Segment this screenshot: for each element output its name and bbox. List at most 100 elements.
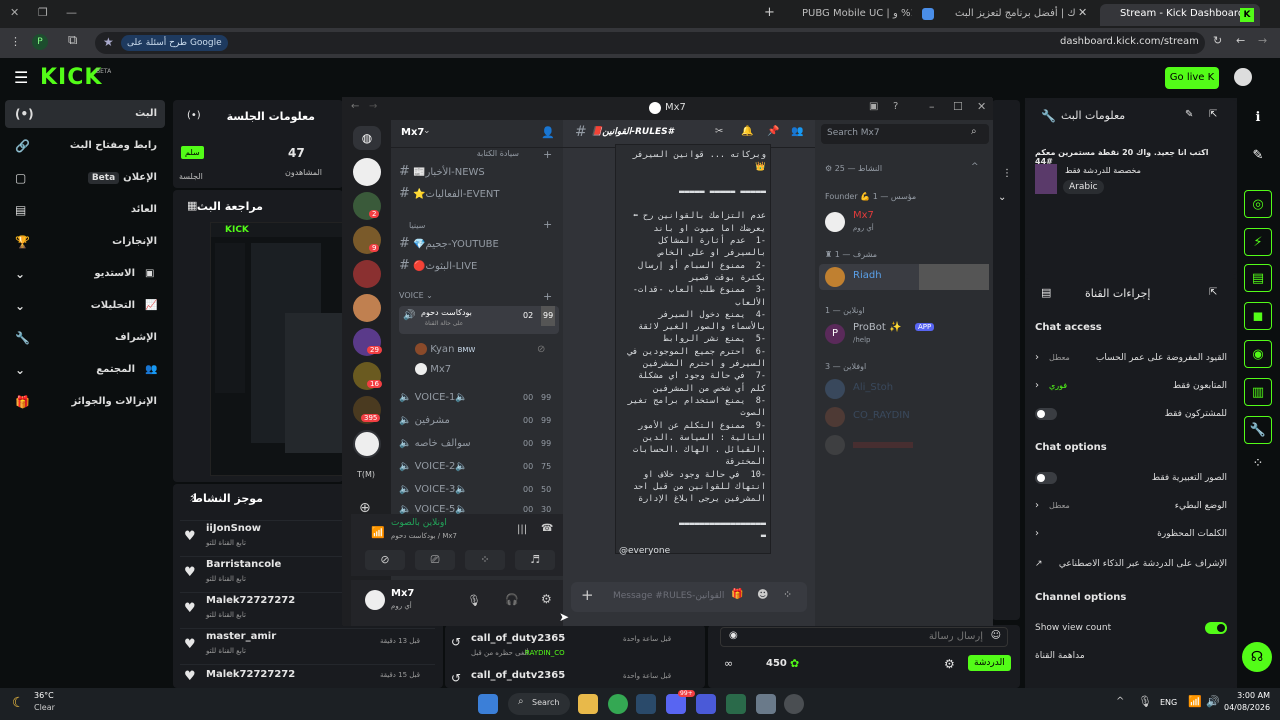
members-icon[interactable]: 👥: [791, 126, 803, 137]
app-icon[interactable]: [756, 694, 776, 714]
voice-channel[interactable]: 🔈 VOICE-1🔈 00 99: [399, 388, 559, 408]
member-row[interactable]: Riadh: [819, 264, 989, 290]
wifi-icon[interactable]: 📶: [1188, 695, 1202, 708]
apps-icon[interactable]: ⁘: [1244, 450, 1272, 478]
soundboard-icon[interactable]: ♬: [515, 550, 555, 570]
nav-studio[interactable]: ⌄ ▣ الاستديو: [5, 260, 165, 288]
channel-news[interactable]: # 📰الأخبار-NEWS: [399, 162, 559, 182]
tab-generic[interactable]: [918, 4, 940, 26]
emote-icon[interactable]: ◉: [729, 630, 738, 641]
message-input[interactable]: + Message #RULES-القوانين 🎁 ☻ ⁘: [571, 582, 807, 612]
nav-moderation[interactable]: 🔧 الإشراف: [5, 324, 165, 352]
smile-icon[interactable]: ☺: [991, 630, 1001, 641]
close-icon[interactable]: ✕: [977, 100, 986, 113]
pencil-icon[interactable]: ✎: [1244, 142, 1272, 170]
file-explorer-icon[interactable]: [578, 694, 598, 714]
window-close-icon[interactable]: ✕: [10, 6, 19, 19]
user-settings-icon[interactable]: ⚙: [541, 592, 552, 606]
volume-icon[interactable]: 🔊: [1206, 695, 1220, 708]
activities-icon[interactable]: ⁘: [465, 550, 505, 570]
google-search-chip[interactable]: طرح أسئلة على Google: [121, 35, 228, 51]
add-channel-icon[interactable]: +: [543, 290, 552, 303]
chat-input[interactable]: ◉ إرسال رسالة ☺: [720, 627, 1008, 647]
voice-member[interactable]: Mx7: [415, 360, 555, 380]
popout-icon[interactable]: ⇱: [1209, 109, 1217, 120]
channel-live[interactable]: # 🔴البثوث-LIVE: [399, 256, 559, 276]
setting-ai-moderation[interactable]: ↗ الإشراف على الدردشة عبر الذكاء الاصطنا…: [1035, 554, 1227, 574]
nav-ads[interactable]: ▢ Beta الإعلان: [5, 164, 165, 192]
add-attachment-icon[interactable]: +: [581, 586, 594, 604]
go-live-button[interactable]: Go live K: [1165, 67, 1219, 89]
category-header[interactable]: سينيا: [399, 216, 559, 236]
voice-channel[interactable]: 🔈 VOICE-5🔈 00 30: [399, 500, 559, 514]
everyone-mention[interactable]: @everyone: [619, 546, 670, 556]
voice-channel-active[interactable]: 🔊 بودكاست دحوم على حالة القناة 02 99: [399, 306, 559, 334]
server-icon[interactable]: [353, 260, 381, 288]
weather-temp[interactable]: 36°C: [34, 691, 54, 700]
member-row[interactable]: CO_RAYDIN: [823, 404, 983, 430]
forward-icon[interactable]: →: [1258, 34, 1267, 47]
broadcast-icon[interactable]: ◉: [1244, 340, 1272, 368]
member-row[interactable]: P ProBot ✨ APP /help: [823, 320, 983, 350]
kick-logo[interactable]: KICK: [40, 65, 102, 90]
emoji-icon[interactable]: ☻: [757, 588, 768, 601]
discord-search[interactable]: Search Mx7 ⌕: [821, 124, 989, 144]
url-input[interactable]: ★ طرح أسئلة على Google dashboard.kick.co…: [95, 32, 1205, 54]
tab-pubg[interactable]: PUBG Mobile UC | خصم 10% و: [788, 4, 912, 26]
add-channel-icon[interactable]: +: [543, 218, 552, 231]
chat-bubble-icon[interactable]: ◼: [1244, 302, 1272, 330]
pin-icon[interactable]: 📌: [767, 126, 779, 137]
chevron-up-icon[interactable]: ^: [971, 162, 979, 172]
category-header[interactable]: سيادة الكتابة: [399, 144, 559, 164]
menu-dots-icon[interactable]: ⋮: [10, 35, 21, 48]
nav-stream-key[interactable]: 🔗 رابط ومفتاح البث: [5, 132, 165, 160]
camera-off-icon[interactable]: ⊘: [365, 550, 405, 570]
target-icon[interactable]: ◎: [1244, 190, 1272, 218]
voice-channel[interactable]: 🔈 سوالف خاصه 00 99: [399, 434, 559, 454]
bookmark-star-icon[interactable]: ★: [103, 35, 114, 49]
server-text-icon[interactable]: T(M): [357, 470, 375, 479]
nav-community[interactable]: ⌄ 👥 المجتمع: [5, 356, 165, 384]
screen-share-icon[interactable]: ⎚: [415, 550, 455, 570]
menu-dots-icon[interactable]: ⋮: [1002, 168, 1012, 179]
setting-banned-words[interactable]: › الكلمات المحظورة: [1035, 524, 1227, 544]
microphone-icon[interactable]: 🎙: [467, 594, 481, 607]
minimize-icon[interactable]: –: [929, 100, 935, 113]
layout-icon[interactable]: ▥: [1244, 378, 1272, 406]
setting-account-age[interactable]: › معطل القيود المفروضة على عمر الحساب: [1035, 348, 1227, 368]
add-channel-icon[interactable]: +: [543, 148, 552, 161]
channel-events[interactable]: # ⭐الفعاليات-EVENT: [399, 184, 559, 204]
app-4k-icon[interactable]: [784, 694, 804, 714]
clock-time[interactable]: 3:00 AM: [1224, 691, 1270, 700]
language-indicator[interactable]: ENG: [1160, 698, 1177, 707]
app-icon[interactable]: [696, 694, 716, 714]
document-icon[interactable]: ▤: [1244, 264, 1272, 292]
server-icon[interactable]: [353, 430, 381, 458]
gift-icon[interactable]: 🎁: [731, 589, 743, 600]
user-avatar[interactable]: [1234, 68, 1252, 86]
server-icon[interactable]: [353, 294, 381, 322]
inbox-icon[interactable]: ▣: [869, 101, 878, 112]
user-avatar[interactable]: [365, 590, 385, 610]
threads-icon[interactable]: ✂: [715, 126, 723, 137]
setting-subscribers-only[interactable]: للمشتركون فقط: [1035, 404, 1227, 424]
voice-channel[interactable]: 🔈 VOICE-2🔈 00 75: [399, 457, 559, 477]
emotes-only-toggle[interactable]: [1035, 472, 1057, 484]
back-arrow-icon[interactable]: ←: [351, 101, 359, 112]
nav-revenue[interactable]: ▤ العائد: [5, 196, 165, 224]
chevron-down-icon[interactable]: ⌄: [998, 192, 1006, 203]
window-restore-icon[interactable]: ❐: [38, 6, 48, 19]
nav-drops[interactable]: 🎁 الإنزالات والجوائز: [5, 388, 165, 416]
feed-user[interactable]: Barristancole: [206, 559, 281, 570]
new-tab-icon[interactable]: +: [764, 5, 775, 20]
maximize-icon[interactable]: ☐: [953, 100, 963, 113]
subscribers-only-toggle[interactable]: [1035, 408, 1057, 420]
voice-channel[interactable]: 🔈 مشرفين 00 99: [399, 411, 559, 431]
lightning-icon[interactable]: ⚡: [1244, 228, 1272, 256]
back-icon[interactable]: ←: [1236, 34, 1245, 47]
tray-chevron-icon[interactable]: ^: [1116, 696, 1124, 707]
member-row[interactable]: Ali_Stoh: [823, 376, 983, 402]
chrome-icon[interactable]: [608, 694, 628, 714]
edit-pencil-icon[interactable]: ✎: [1185, 109, 1193, 120]
tab-close-icon[interactable]: ✕: [1078, 6, 1087, 19]
